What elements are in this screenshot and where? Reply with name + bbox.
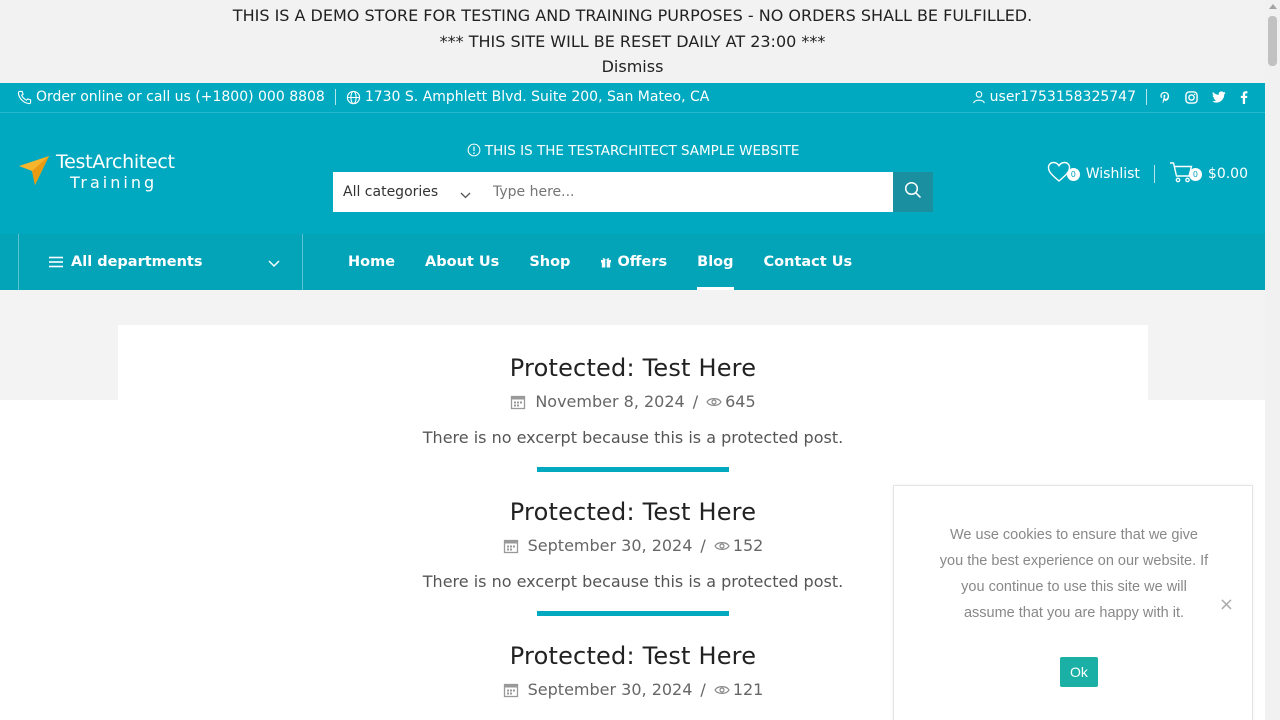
nav-item-offers[interactable]: Offers xyxy=(600,234,667,290)
divider xyxy=(1146,89,1147,105)
info-icon xyxy=(467,143,485,159)
wishlist-label: Wishlist xyxy=(1085,166,1140,182)
nav-item-about-us[interactable]: About Us xyxy=(425,234,499,290)
post-divider xyxy=(537,467,729,472)
top-info-bar: Order online or call us (+1800) 000 8808… xyxy=(0,83,1265,113)
search-button[interactable] xyxy=(893,172,933,212)
cart-count-badge: 0 xyxy=(1188,167,1202,181)
post-divider xyxy=(537,611,729,616)
cart-total: $0.00 xyxy=(1207,166,1248,182)
address-text: 1730 S. Amphlett Blvd. Suite 200, San Ma… xyxy=(364,89,710,105)
meta-separator: / xyxy=(700,680,706,699)
nav-item-contact-us[interactable]: Contact Us xyxy=(764,234,853,290)
post-views: 121 xyxy=(732,680,764,699)
user-icon xyxy=(972,89,986,105)
post-title-link[interactable]: Protected: Test Here xyxy=(333,642,933,670)
dismiss-link[interactable]: Dismiss xyxy=(0,57,1265,76)
nav-item-offers-label: Offers xyxy=(617,254,668,270)
account-link[interactable]: user1753158325747 xyxy=(990,89,1136,105)
category-select[interactable]: All categories xyxy=(333,172,483,212)
post-date: November 8, 2024 xyxy=(535,392,685,411)
phone-icon xyxy=(17,89,32,105)
main-navigation: All departments Home About Us Shop Offer… xyxy=(0,234,1265,290)
chevron-down-icon xyxy=(460,187,471,203)
wishlist-link[interactable]: 0 Wishlist xyxy=(1047,161,1140,187)
search-bar: All categories xyxy=(333,172,933,212)
post-meta: September 30, 2024 / 152 xyxy=(333,536,933,555)
demo-banner-line2: *** THIS SITE WILL BE RESET DAILY AT 23:… xyxy=(439,32,826,51)
pinterest-icon[interactable] xyxy=(1159,91,1171,104)
search-icon xyxy=(904,181,922,203)
blog-post: Protected: Test Here September 30, 2024 … xyxy=(333,642,933,699)
menu-icon xyxy=(49,256,63,268)
search-input[interactable] xyxy=(483,172,893,212)
post-excerpt: There is no excerpt because this is a pr… xyxy=(422,572,844,591)
notice-text: THIS IS THE TESTARCHITECT SAMPLE WEBSITE xyxy=(484,143,800,159)
all-departments-label: All departments xyxy=(71,254,203,270)
nav-item-shop[interactable]: Shop xyxy=(529,234,570,290)
post-date: September 30, 2024 xyxy=(527,680,693,699)
cookie-ok-button[interactable]: Ok xyxy=(1060,657,1098,687)
nav-item-home[interactable]: Home xyxy=(348,234,395,290)
all-departments-dropdown[interactable]: All departments xyxy=(18,234,303,290)
demo-store-banner: THIS IS A DEMO STORE FOR TESTING AND TRA… xyxy=(0,0,1265,83)
paper-plane-logo-icon xyxy=(18,154,50,190)
site-header: TestArchitect Training THIS IS THE TESTA… xyxy=(0,113,1265,234)
calendar-icon xyxy=(503,682,519,698)
phone-text: Order online or call us (+1800) 000 8808 xyxy=(36,89,325,105)
post-title-link[interactable]: Protected: Test Here xyxy=(333,354,933,382)
globe-icon xyxy=(346,89,361,105)
facebook-icon[interactable] xyxy=(1240,90,1248,104)
divider xyxy=(1153,165,1155,183)
post-excerpt: There is no excerpt because this is a pr… xyxy=(422,428,844,447)
post-views: 645 xyxy=(725,392,756,411)
cart-link[interactable]: 0 $0.00 xyxy=(1169,161,1248,187)
scrollbar-thumb[interactable] xyxy=(1268,16,1277,66)
post-meta: September 30, 2024 / 121 xyxy=(333,680,933,699)
scroll-up-arrow-icon[interactable] xyxy=(1269,4,1277,9)
meta-separator: / xyxy=(700,536,706,555)
logo-subtitle: Training xyxy=(70,173,158,192)
page-scrollbar[interactable] xyxy=(1265,0,1280,720)
cookie-notice: We use cookies to ensure that we give yo… xyxy=(893,485,1253,720)
cookie-message: We use cookies to ensure that we give yo… xyxy=(939,527,1209,621)
eye-icon xyxy=(714,684,730,696)
divider xyxy=(334,89,336,105)
post-views: 152 xyxy=(732,536,764,555)
gift-icon xyxy=(600,256,612,268)
wishlist-count-badge: 0 xyxy=(1066,167,1080,181)
meta-separator: / xyxy=(692,392,699,411)
eye-icon xyxy=(706,396,722,408)
close-icon[interactable]: × xyxy=(1219,594,1234,615)
site-logo[interactable]: TestArchitect Training xyxy=(18,153,175,191)
post-title-link[interactable]: Protected: Test Here xyxy=(333,498,933,526)
calendar-icon xyxy=(503,538,519,554)
blog-post: Protected: Test Here September 30, 2024 … xyxy=(333,498,933,616)
nav-menu: Home About Us Shop Offers Blog Contact U… xyxy=(348,234,882,290)
post-date: September 30, 2024 xyxy=(527,536,693,555)
category-select-value: All categories xyxy=(343,184,439,200)
logo-title: TestArchitect xyxy=(56,151,175,173)
chevron-down-icon xyxy=(268,256,280,272)
demo-banner-line1: THIS IS A DEMO STORE FOR TESTING AND TRA… xyxy=(232,6,1033,25)
blog-post: Protected: Test Here November 8, 2024 / … xyxy=(333,354,933,472)
header-actions: 0 Wishlist 0 $0.00 xyxy=(1047,161,1248,187)
calendar-icon xyxy=(510,394,526,410)
site-notice: THIS IS THE TESTARCHITECT SAMPLE WEBSITE xyxy=(333,143,933,159)
instagram-icon[interactable] xyxy=(1185,90,1198,104)
eye-icon xyxy=(714,540,730,552)
post-meta: November 8, 2024 / 645 xyxy=(333,392,933,411)
nav-item-blog[interactable]: Blog xyxy=(697,234,734,290)
twitter-icon[interactable] xyxy=(1212,91,1226,103)
